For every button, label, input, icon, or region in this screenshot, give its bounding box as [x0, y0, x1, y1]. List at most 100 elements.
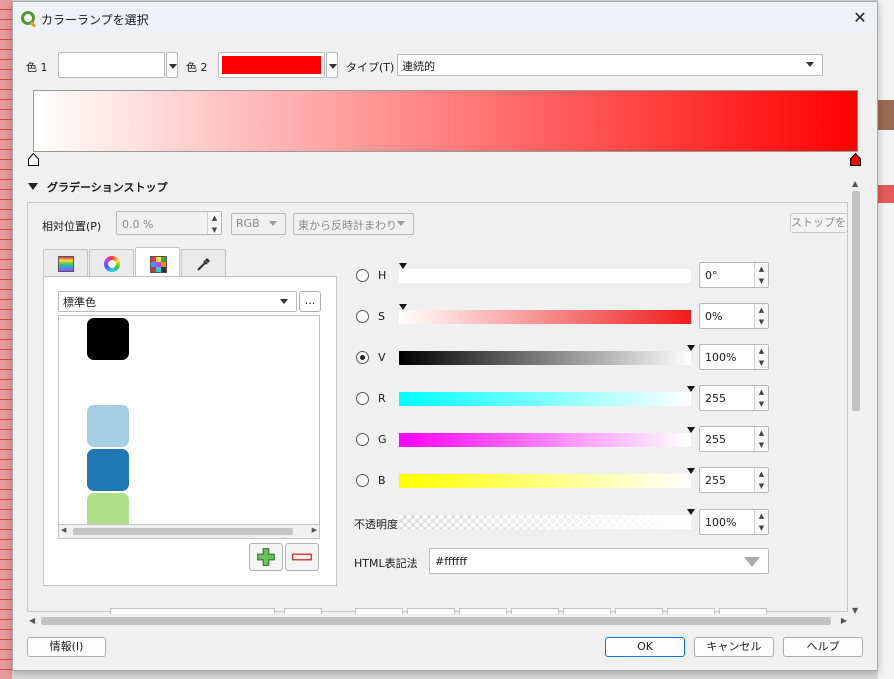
collapse-arrow-icon[interactable]	[28, 183, 38, 190]
gradient-ramp-preview[interactable]	[33, 90, 858, 152]
spin-up-icon[interactable]: ▲	[755, 468, 768, 480]
channel-slider-v[interactable]	[399, 345, 695, 365]
swatch-list-hscrollbar[interactable]: ◀ ▶	[58, 525, 320, 539]
ok-button[interactable]: OK	[605, 637, 685, 657]
background-app-left	[0, 0, 12, 679]
channel-label-s: S	[378, 310, 385, 323]
channel-label-v: V	[378, 351, 386, 364]
spin-down-icon[interactable]: ▼	[755, 275, 768, 287]
channel-spinbox-h[interactable]: 0° ▲ ▼	[699, 262, 769, 288]
channel-slider-g[interactable]	[399, 427, 695, 447]
type-select[interactable]: 連続的	[397, 54, 823, 76]
channel-radio-h[interactable]	[356, 269, 369, 282]
channel-spinbox-r[interactable]: 255 ▲ ▼	[699, 385, 769, 411]
title-bar: カラーランプを選択 ✕	[13, 2, 877, 34]
channel-radio-r[interactable]	[356, 392, 369, 405]
html-color-input[interactable]: #ffffff	[429, 548, 769, 574]
colorspace-select[interactable]: RGB	[231, 213, 286, 235]
swatch-item[interactable]	[87, 405, 129, 447]
spin-down-icon[interactable]: ▼	[208, 224, 221, 236]
channel-radio-s[interactable]	[356, 310, 369, 323]
spin-up-icon[interactable]: ▲	[755, 263, 768, 275]
chevron-down-icon	[269, 214, 279, 234]
hue-direction-select[interactable]: 東から反時計まわり	[293, 213, 414, 235]
slider-marker-icon	[687, 427, 695, 433]
info-button[interactable]: 情報(I)	[27, 637, 106, 657]
tab-swatches[interactable]	[135, 247, 180, 276]
opacity-spinbox[interactable]: 100% ▲ ▼	[699, 509, 769, 535]
color1-button[interactable]	[58, 52, 165, 78]
channel-slider-h[interactable]	[399, 263, 691, 283]
spin-down-icon[interactable]: ▼	[755, 439, 768, 451]
scroll-left-icon[interactable]: ◀	[29, 616, 35, 625]
spin-up-icon[interactable]: ▲	[755, 427, 768, 439]
scroll-up-icon[interactable]: ▲	[852, 179, 858, 188]
remove-swatch-button[interactable]	[285, 543, 319, 571]
relative-position-spinbox[interactable]: 0.0 % ▲ ▼	[116, 211, 222, 235]
type-select-value: 連続的	[402, 60, 435, 73]
opacity-slider[interactable]	[399, 509, 695, 529]
scroll-down-icon[interactable]: ▼	[852, 606, 858, 615]
stop-marker-end-icon[interactable]	[850, 153, 861, 166]
relative-position-label: 相対位置(P)	[42, 220, 102, 233]
add-swatch-button[interactable]	[249, 543, 283, 571]
eyedropper-icon	[197, 257, 211, 271]
chevron-down-icon	[280, 292, 290, 312]
help-button[interactable]: ヘルプ	[783, 637, 863, 657]
channel-spinbox-b[interactable]: 255 ▲ ▼	[699, 467, 769, 493]
spin-down-icon[interactable]: ▼	[755, 522, 768, 534]
dialog-title: カラーランプを選択	[41, 13, 149, 27]
delete-stop-button[interactable]: ストップを削	[790, 213, 848, 233]
channel-slider-r[interactable]	[399, 386, 695, 406]
spin-down-icon[interactable]: ▼	[755, 480, 768, 492]
swatch-item[interactable]	[87, 493, 129, 524]
cancel-button[interactable]: キャンセル	[694, 637, 774, 657]
channel-spinbox-s[interactable]: 0% ▲ ▼	[699, 303, 769, 329]
tab-color-ramp[interactable]	[43, 249, 88, 276]
scroll-right-icon[interactable]: ▶	[841, 616, 847, 625]
spin-down-icon[interactable]: ▼	[755, 398, 768, 410]
qgis-logo-icon	[21, 11, 35, 25]
gradient-stops-section-title[interactable]: グラデーションストップ	[47, 179, 168, 195]
spin-up-icon[interactable]: ▲	[208, 212, 221, 224]
dropdown-triangle-icon[interactable]	[744, 557, 760, 567]
palette-select[interactable]: 標準色	[58, 291, 297, 312]
channel-radio-g[interactable]	[356, 433, 369, 446]
palette-menu-button[interactable]: ...	[299, 291, 321, 312]
channel-label-g: G	[378, 433, 387, 446]
channel-value-h: 0°	[705, 269, 718, 282]
spin-up-icon[interactable]: ▲	[755, 510, 768, 522]
tab-color-wheel[interactable]	[89, 249, 134, 276]
spin-up-icon[interactable]: ▲	[755, 386, 768, 398]
color2-dropdown[interactable]	[326, 52, 338, 78]
panel-vertical-scrollbar[interactable]: ▲ ▼	[849, 177, 863, 617]
channel-slider-s[interactable]	[399, 304, 691, 324]
spin-down-icon[interactable]: ▼	[755, 357, 768, 369]
panel-horizontal-scrollbar[interactable]: ◀ ▶	[27, 614, 849, 628]
stop-marker-start-icon[interactable]	[28, 153, 39, 166]
swatch-item[interactable]	[87, 363, 129, 405]
spin-up-icon[interactable]: ▲	[755, 304, 768, 316]
spin-up-icon[interactable]: ▲	[755, 345, 768, 357]
ramp-icon	[58, 256, 74, 272]
channel-radio-b[interactable]	[356, 474, 369, 487]
channel-label-h: H	[378, 269, 387, 282]
channel-spinbox-g[interactable]: 255 ▲ ▼	[699, 426, 769, 452]
channel-radio-v[interactable]	[356, 351, 369, 364]
channel-spinbox-v[interactable]: 100% ▲ ▼	[699, 344, 769, 370]
slider-marker-icon	[399, 263, 407, 269]
channel-value-s: 0%	[705, 310, 723, 323]
close-icon[interactable]: ✕	[849, 8, 871, 28]
swatch-list[interactable]: ▲ ▼	[58, 315, 320, 525]
background-app-right	[878, 0, 894, 679]
tab-eyedropper[interactable]	[181, 249, 226, 276]
channel-value-b: 255	[705, 474, 726, 487]
html-notation-label: HTML表記法	[354, 557, 418, 570]
spin-down-icon[interactable]: ▼	[755, 316, 768, 328]
channel-slider-b[interactable]	[399, 468, 695, 488]
swatch-item[interactable]	[87, 318, 129, 360]
color1-dropdown[interactable]	[166, 52, 178, 78]
color2-button[interactable]	[218, 52, 325, 78]
channel-value-r: 255	[705, 392, 726, 405]
swatch-item[interactable]	[87, 449, 129, 491]
